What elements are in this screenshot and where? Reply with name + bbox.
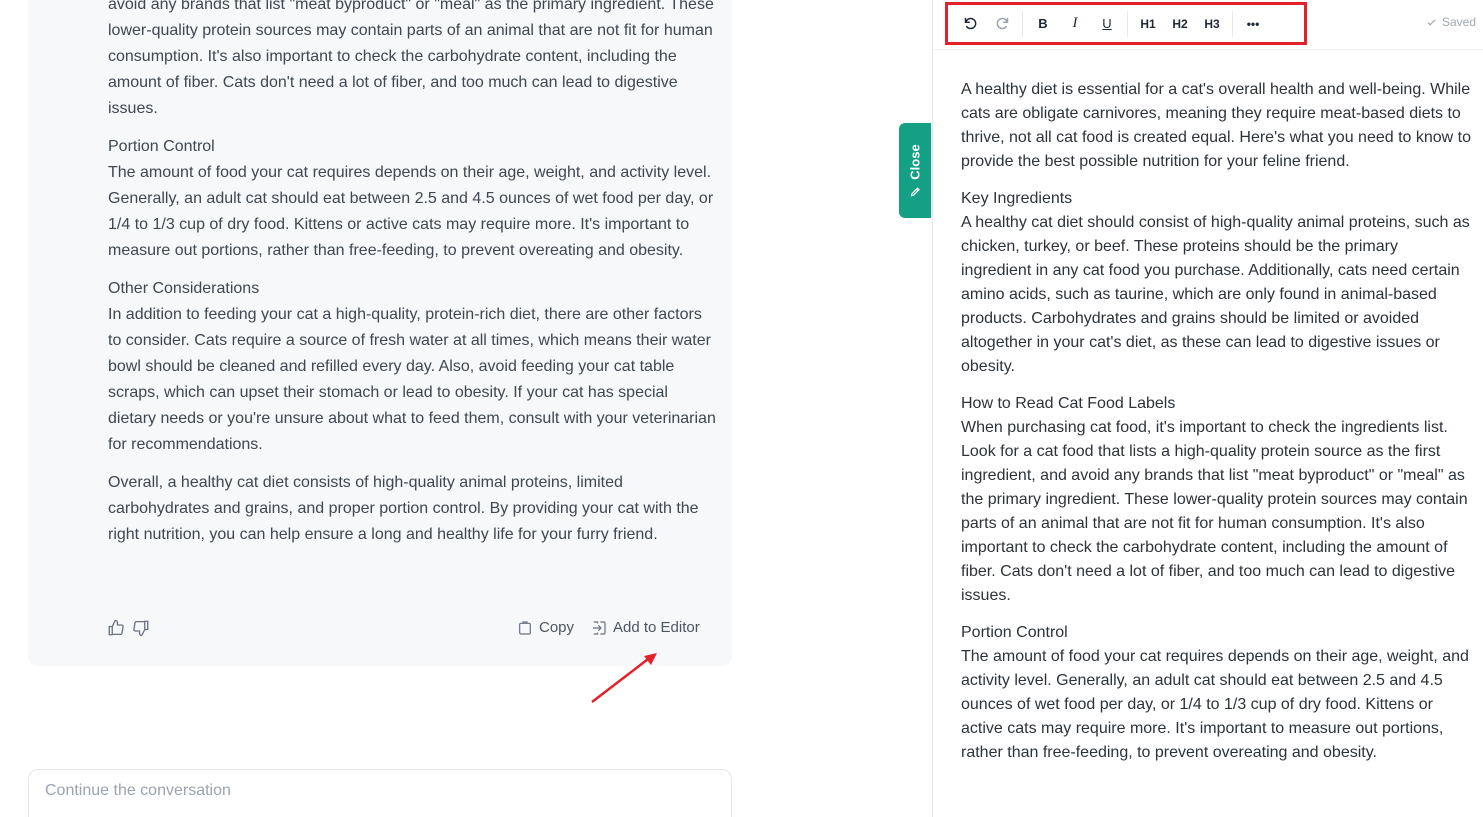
message-paragraph: avoid any brands that list "meat byprodu… [108,0,718,122]
message-paragraph-text: avoid any brands that list "meat byprodu… [108,0,714,117]
heading-3-button[interactable]: H3 [1196,9,1228,39]
add-to-editor-icon [593,620,606,635]
checkmark-icon [1427,18,1436,26]
editor-paragraph-text: When purchasing cat food, it's important… [961,419,1468,604]
bold-button[interactable]: B [1027,9,1059,39]
thumbs-down-icon[interactable] [132,619,150,637]
document-editor: B I U H1 H2 H3 ••• Saved A healthy diet … [932,0,1483,817]
thumbs-up-icon[interactable] [107,619,125,637]
section-heading: Portion Control [961,624,1068,641]
message-paragraph: Other Considerations In addition to feed… [108,276,718,458]
message-paragraph: Portion Control The amount of food your … [108,134,718,264]
redo-button[interactable] [986,9,1018,39]
pencil-icon [910,186,920,197]
section-heading: Other Considerations [108,280,260,297]
saved-label: Saved [1441,15,1476,29]
conversation-composer [28,769,732,817]
toolbar-divider [1232,10,1233,37]
editor-paragraph-text: The amount of food your cat requires dep… [961,648,1469,761]
add-to-editor-label: Add to Editor [613,619,700,636]
copy-label: Copy [539,619,575,636]
message-paragraph-text: The amount of food your cat requires dep… [108,164,714,259]
toolbar-divider [1022,10,1023,37]
formatting-toolbar: B I U H1 H2 H3 ••• [945,2,1307,45]
toolbar-divider [1127,10,1128,37]
continue-conversation-input[interactable] [29,770,731,812]
editor-content[interactable]: A healthy diet is essential for a cat's … [961,78,1471,778]
section-heading: Key Ingredients [961,190,1073,207]
section-heading: Portion Control [108,138,215,155]
section-heading: How to Read Cat Food Labels [961,395,1176,412]
copy-button[interactable]: Copy [517,619,574,636]
undo-button[interactable] [954,9,986,39]
underline-button[interactable]: U [1091,9,1123,39]
editor-paragraph: Key Ingredients A healthy cat diet shoul… [961,187,1471,379]
message-paragraph-text: Overall, a healthy cat diet consists of … [108,474,699,543]
undo-icon [964,17,976,30]
clipboard-icon [519,620,531,635]
italic-button[interactable]: I [1059,9,1091,39]
close-tab-label: Close [907,143,923,180]
assistant-message-text: avoid any brands that list "meat byprodu… [108,0,718,560]
message-actions: Copy Add to Editor [107,619,707,639]
more-options-button[interactable]: ••• [1237,9,1269,39]
save-status: Saved [1426,15,1476,29]
add-to-editor-button[interactable]: Add to Editor [591,619,700,636]
editor-toolbar-bar: B I U H1 H2 H3 ••• Saved [933,0,1483,50]
editor-paragraph: How to Read Cat Food Labels When purchas… [961,392,1471,608]
redo-icon [996,17,1008,30]
message-paragraph: Overall, a healthy cat diet consists of … [108,470,718,548]
message-paragraph-text: In addition to feeding your cat a high-q… [108,306,716,453]
heading-2-button[interactable]: H2 [1164,9,1196,39]
editor-paragraph: A healthy diet is essential for a cat's … [961,78,1471,174]
heading-1-button[interactable]: H1 [1132,9,1164,39]
editor-paragraph-text: A healthy cat diet should consist of hig… [961,214,1470,375]
editor-paragraph: Portion Control The amount of food your … [961,621,1471,765]
editor-paragraph-text: A healthy diet is essential for a cat's … [961,81,1472,170]
close-editor-tab[interactable]: Close [899,123,931,218]
annotation-arrow-icon [591,653,657,703]
